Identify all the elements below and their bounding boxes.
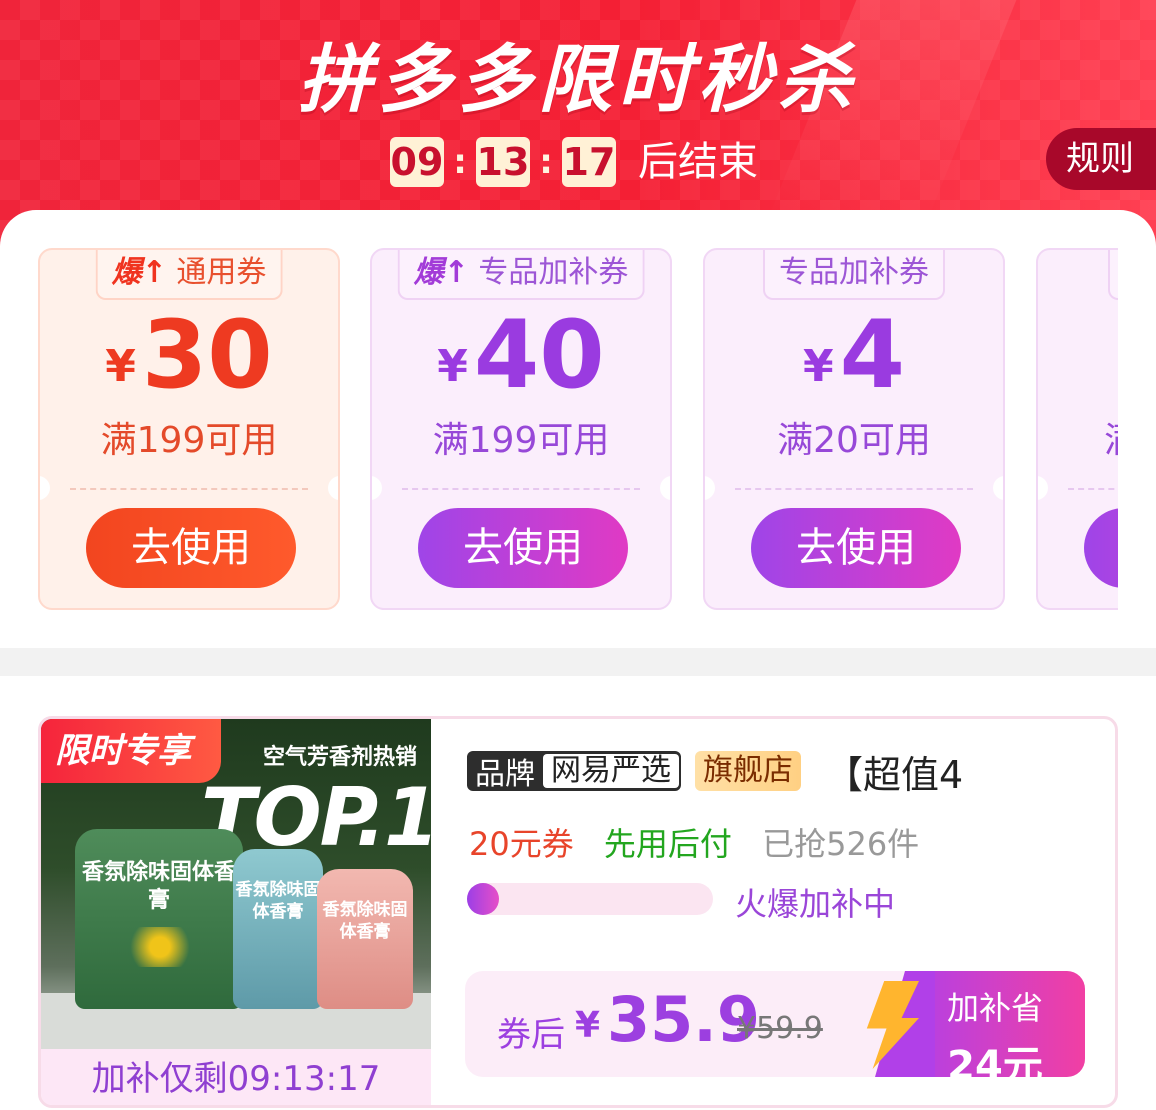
countdown-timer: 09 : 13 : 17 后结束: [390, 136, 758, 188]
currency-symbol: ¥: [437, 341, 468, 392]
image-hot-caption: 空气芳香剂热销: [263, 745, 418, 770]
coupon-overflow-clip: 专 满: [1036, 210, 1118, 650]
price-currency: ¥: [575, 1005, 601, 1046]
use-coupon-button[interactable]: 去使用: [751, 508, 961, 588]
coupon-card: 爆↑ 专品加补券 ¥40 满199可用 去使用: [370, 248, 672, 610]
coupon-amount: ¥40: [372, 306, 670, 432]
coupon-divider: [1068, 488, 1118, 490]
coupon-divider: [735, 488, 973, 490]
coupon-list: 爆↑ 通用券 ¥30 满199可用 去使用 爆↑ 专品加补券 ¥40 满199可…: [0, 210, 1156, 650]
coupon-divider: [402, 488, 640, 490]
coupon-notch: [705, 476, 715, 500]
coupon-notch: [1038, 476, 1048, 500]
product-title-row[interactable]: 品牌 网易严选 旗舰店 【超值4: [467, 749, 963, 797]
rules-button[interactable]: 规则: [1046, 128, 1156, 190]
coupon-notch: [993, 476, 1003, 500]
coupon-condition: 满199可用: [432, 420, 610, 461]
flower-decoration: [115, 927, 205, 967]
savings-amount: 24元: [947, 1043, 1043, 1089]
brand-name: 网易严选: [543, 754, 679, 788]
coupon-amount: ¥30: [40, 306, 338, 432]
subsidy-savings-badge[interactable]: 加补省 24元: [866, 971, 1085, 1089]
coupon-card[interactable]: 专 满: [1036, 248, 1118, 610]
coupon-type-tag: 爆↑ 通用券: [95, 250, 283, 300]
currency-symbol: ¥: [802, 341, 834, 392]
flagship-store-badge: 旗舰店: [695, 751, 801, 791]
sold-count: 已抢526件: [762, 825, 920, 863]
coupon-type: 专品加补券: [779, 255, 929, 290]
coupon-notch: [660, 476, 670, 500]
hot-icon: 爆: [111, 255, 142, 290]
jar-label: 香氛除味固体香膏: [81, 860, 236, 913]
coupon-value: 4: [839, 301, 906, 410]
use-coupon-button[interactable]: [1084, 508, 1118, 588]
coupon-divider: [70, 488, 308, 490]
original-price: ¥59.9: [737, 1011, 823, 1046]
coupon-card: 爆↑ 通用券 ¥30 满199可用 去使用: [38, 248, 340, 610]
countdown-suffix: 后结束: [638, 139, 758, 185]
coupon-card: 专品加补券 ¥4 满20可用 去使用: [703, 248, 1005, 610]
coupon-tag: 20元券: [469, 825, 574, 863]
brand-label: 品牌: [475, 757, 535, 792]
arrow-up-icon: ↑: [141, 255, 167, 290]
use-coupon-button[interactable]: 去使用: [418, 508, 628, 588]
coupon-type-tag: 专品加补券: [763, 250, 945, 300]
arrow-up-icon: ↑: [443, 255, 469, 290]
section-separator: [0, 648, 1156, 676]
coupon-notch: [328, 476, 338, 500]
countdown-separator: :: [453, 142, 467, 182]
product-jar: 香氛除味固体香膏: [317, 869, 413, 1009]
coupon-condition: 满199可用: [100, 420, 278, 461]
countdown-seconds: 17: [562, 137, 616, 187]
product-card[interactable]: 空气芳香剂热销 TOP.1 香氛除味固体香膏 香氛除味固体香膏 香氛除味固体香膏…: [38, 716, 1118, 1108]
jar-label: 香氛除味固体香膏: [322, 900, 408, 942]
coupon-type-tag: 专: [1108, 250, 1118, 300]
coupon-type: 专品加补券: [478, 255, 629, 290]
coupon-condition: 满: [1038, 416, 1118, 466]
coupon-notch: [40, 476, 50, 500]
coupon-notch: [372, 476, 382, 500]
page-title: 拼多多限时秒杀: [298, 37, 858, 123]
coupon-condition: 满20可用: [777, 420, 931, 461]
sales-progress-fill: [467, 883, 499, 915]
coupon-type: 通用券: [176, 255, 267, 290]
price-box[interactable]: 券后 ¥ 35.9 ¥59.9 加补省 24元: [465, 971, 1085, 1089]
coupon-amount: ¥4: [705, 306, 1003, 432]
product-tags: 20元券 先用后付 已抢526件: [469, 819, 919, 865]
jar-label: 香氛除味固体香膏: [235, 880, 321, 922]
use-coupon-button[interactable]: 去使用: [86, 508, 296, 588]
savings-label: 加补省: [946, 989, 1043, 1027]
currency-symbol: ¥: [105, 341, 136, 392]
subsidy-timer: 加补仅剩09:13:17: [41, 1049, 431, 1105]
hot-icon: 爆: [413, 255, 444, 290]
coupon-value: 40: [473, 301, 605, 410]
pay-later-tag: 先用后付: [603, 825, 732, 863]
brand-badge: 品牌 网易严选: [467, 751, 681, 792]
progress-label: 火爆加补中: [735, 885, 896, 923]
limited-time-badge: 限时专享: [41, 719, 221, 783]
product-title[interactable]: 【超值4: [825, 744, 963, 799]
product-jar: 香氛除味固体香膏: [233, 849, 323, 1009]
product-jar: 香氛除味固体香膏: [75, 829, 243, 1009]
countdown-separator: :: [539, 142, 553, 182]
product-photo[interactable]: 空气芳香剂热销 TOP.1 香氛除味固体香膏 香氛除味固体香膏 香氛除味固体香膏…: [41, 719, 431, 1049]
sales-progress-bar: [467, 883, 713, 915]
coupon-value: 30: [141, 301, 273, 410]
price-prefix: 券后: [497, 1015, 565, 1055]
coupon-type-tag: 爆↑ 专品加补券: [397, 250, 645, 300]
countdown-minutes: 13: [476, 137, 530, 187]
countdown-hours: 09: [390, 137, 444, 187]
